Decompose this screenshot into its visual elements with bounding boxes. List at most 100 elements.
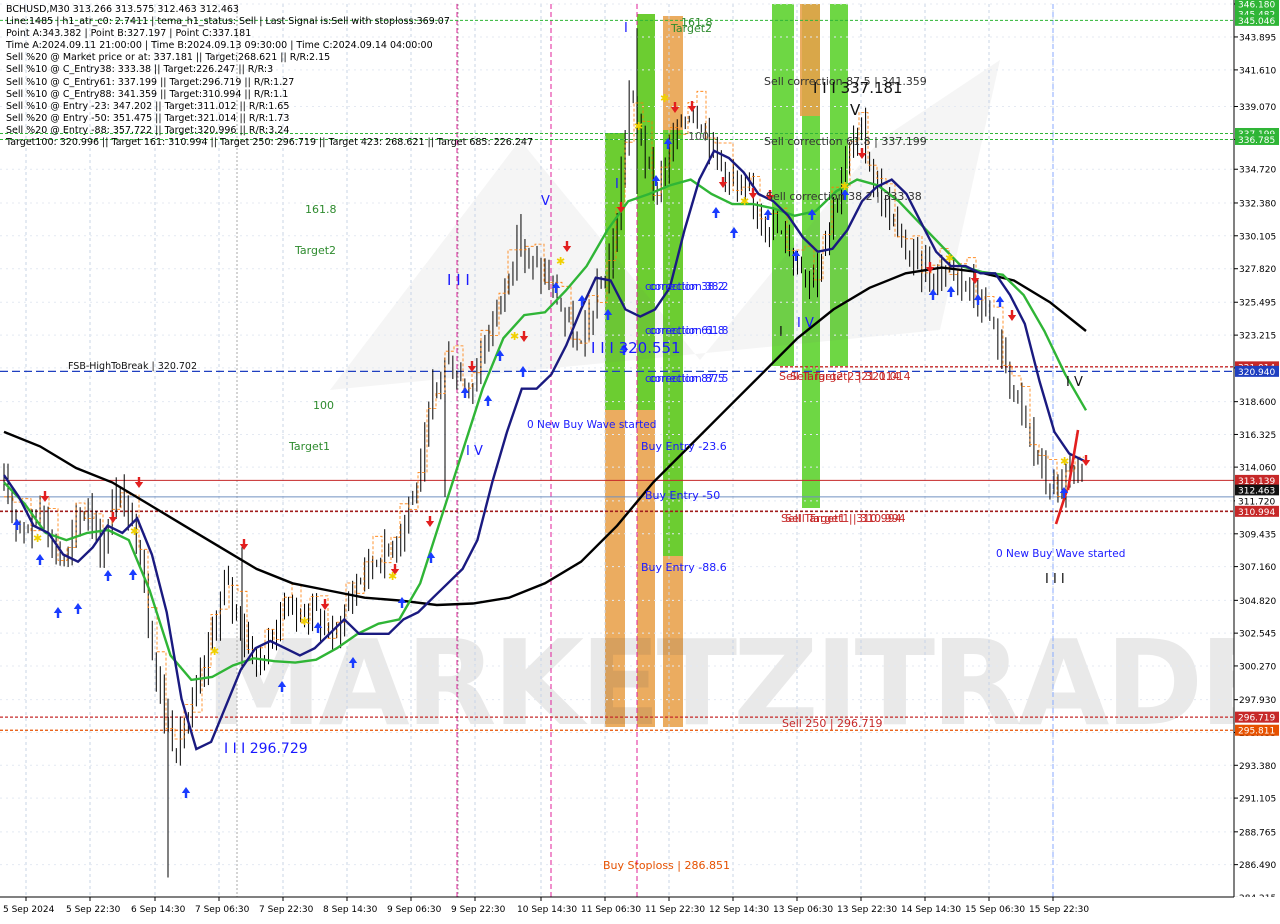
info-line-order: Sell %10 @ C_Entry38: 333.38 || Target:2… bbox=[6, 64, 274, 76]
marker-star: ✱ bbox=[945, 252, 954, 265]
wave-iv-label: I V bbox=[797, 316, 814, 331]
wave-iii-label: I I I bbox=[447, 271, 470, 289]
sell-250-label: Sell 250 | 296.719 bbox=[782, 717, 883, 730]
marker-star: ✱ bbox=[33, 532, 42, 545]
info-line-order: Sell %20 @ Entry -88: 357.722 || Target:… bbox=[6, 124, 290, 136]
time-tick-label: 10 Sep 14:30 bbox=[517, 905, 577, 915]
price-tick-label: 325.495 bbox=[1239, 299, 1276, 309]
marker-star: ✱ bbox=[634, 120, 643, 133]
new-buy-wave-label: 0 New Buy Wave started bbox=[996, 548, 1125, 560]
watermark-layer: MARKETZITRADE bbox=[205, 60, 1280, 752]
buy-stoploss-label: Buy Stoploss | 286.851 bbox=[603, 859, 730, 872]
time-tick-label: 6 Sep 14:30 bbox=[131, 905, 186, 915]
marker-star: ✱ bbox=[388, 570, 397, 583]
price-tick-label: 332.380 bbox=[1239, 199, 1276, 209]
price-tick-label: 314.060 bbox=[1239, 464, 1276, 474]
sell-arrow-icon bbox=[857, 148, 867, 159]
price-tick-label: 323.215 bbox=[1239, 332, 1276, 342]
price-tick-label: 297.930 bbox=[1239, 696, 1276, 706]
buy-arrow-icon bbox=[729, 227, 739, 238]
wave-iii-label: I I I bbox=[1045, 572, 1065, 587]
wave-i-label: I bbox=[624, 21, 628, 36]
buy-arrow-icon bbox=[73, 603, 83, 614]
info-line-symbol: BCHUSD,M30 313.266 313.575 312.463 312.4… bbox=[6, 4, 239, 15]
buy-arrow-icon bbox=[128, 569, 138, 580]
price-tick-label: 307.160 bbox=[1239, 563, 1276, 573]
marker-star: ✱ bbox=[210, 645, 219, 658]
price-badge-label: 296.719 bbox=[1238, 714, 1275, 724]
price-badge-label: 295.811 bbox=[1238, 727, 1275, 737]
info-line-points: Point A:343.382 | Point B:327.197 | Poin… bbox=[6, 28, 252, 40]
info-line-order: Sell %20 @ Entry -50: 351.475 || Target:… bbox=[6, 112, 290, 124]
wave-iv-label: I V bbox=[1066, 375, 1083, 390]
correction-87-label: correction 87.5 bbox=[645, 373, 724, 385]
buy-entry-label: Buy Entry -50 bbox=[645, 489, 720, 502]
info-line-order: Sell %20 @ Market price or at: 337.181 |… bbox=[6, 52, 331, 64]
price-tick-label: 309.435 bbox=[1239, 530, 1276, 540]
sell-arrow-icon bbox=[239, 539, 249, 550]
buy-arrow-icon bbox=[103, 570, 113, 581]
time-tick-label: 12 Sep 14:30 bbox=[709, 905, 769, 915]
price-tick-label: 293.380 bbox=[1239, 762, 1276, 772]
wave-v-label: V bbox=[850, 101, 861, 119]
time-axis: 5 Sep 2024 5 Sep 22:30 6 Sep 14:30 7 Sep 06… bbox=[0, 896, 1280, 920]
buy-entry-label: Buy Entry -23.6 bbox=[641, 440, 727, 453]
wave-segment-red bbox=[1054, 429, 1080, 525]
price-tick-label: 339.070 bbox=[1239, 103, 1276, 113]
sell-arrow-icon bbox=[40, 491, 50, 502]
price-axis: 346.180343.895341.610339.070336.785334.7… bbox=[1233, 0, 1280, 920]
price-badge-label: 345.046 bbox=[1238, 17, 1275, 27]
price-tick-label: 291.105 bbox=[1239, 795, 1276, 805]
fib-100-label: 100 bbox=[688, 130, 709, 143]
info-line-targets: Target100: 320.996 || Target 161: 310.99… bbox=[6, 137, 533, 149]
info-line-order: Sell %10 @ C_Entry61: 337.199 || Target:… bbox=[6, 76, 295, 88]
wave-iv-label: I V bbox=[466, 444, 483, 459]
fib-161-label: 161.8 bbox=[305, 203, 337, 216]
price-tick-label: 316.325 bbox=[1239, 431, 1276, 441]
price-badge-label: 320.940 bbox=[1238, 368, 1275, 378]
time-tick-label: 9 Sep 22:30 bbox=[451, 905, 506, 915]
wave-iii-price-label: I I I 296.729 bbox=[224, 741, 308, 757]
sell-target2-label: Sell Target2 | 321.014 bbox=[790, 370, 911, 383]
price-tick-label: 327.820 bbox=[1239, 265, 1276, 275]
buy-arrow-icon bbox=[53, 607, 63, 618]
price-tick-label: 318.600 bbox=[1239, 398, 1276, 408]
wave-i-label: I bbox=[615, 177, 619, 192]
wave-i-label: I bbox=[779, 325, 783, 340]
sell-arrow-icon bbox=[134, 477, 144, 488]
correction-61-label: correction 61.8 bbox=[645, 325, 724, 337]
marker-star: ✱ bbox=[510, 330, 519, 343]
marker-star: ✱ bbox=[740, 195, 749, 208]
price-tick-label: 304.820 bbox=[1239, 597, 1276, 607]
target2-label: Target2 bbox=[294, 244, 336, 257]
sell-arrow-icon bbox=[1081, 455, 1091, 466]
price-tick-label: 334.720 bbox=[1239, 166, 1276, 176]
info-line-times: Time A:2024.09.11 21:00:00 | Time B:2024… bbox=[6, 40, 433, 52]
time-tick-label: 15 Sep 06:30 bbox=[965, 905, 1025, 915]
time-tick-label: 5 Sep 2024 bbox=[3, 905, 55, 915]
marker-star: ✱ bbox=[660, 92, 669, 105]
price-badge-label: 336.785 bbox=[1238, 136, 1275, 146]
fib-100-label: 100 bbox=[313, 399, 334, 412]
price-tick-label: 300.270 bbox=[1239, 662, 1276, 672]
price-badge-label: 312.463 bbox=[1238, 487, 1275, 497]
sell-target1-label: Sell Target1 | 310.994 bbox=[785, 512, 906, 525]
price-tick-label: 341.610 bbox=[1239, 66, 1276, 76]
target1-label: Target1 bbox=[288, 440, 330, 453]
marker-star: ✱ bbox=[130, 525, 139, 538]
buy-arrow-icon bbox=[35, 554, 45, 565]
sell-arrow-icon bbox=[1007, 310, 1017, 321]
time-tick-label: 13 Sep 06:30 bbox=[773, 905, 833, 915]
chart-area[interactable]: MARKETZITRADE ✱ ✱ ✱ ✱ ✱ ✱ ✱ ✱ ✱ ✱ ✱ ✱ ✱ 161.8 Target2… bbox=[0, 0, 1280, 920]
price-tick-label: 343.895 bbox=[1239, 33, 1276, 43]
price-tick-label: 286.490 bbox=[1239, 861, 1276, 871]
time-tick-label: 11 Sep 06:30 bbox=[581, 905, 641, 915]
time-tick-label: 7 Sep 22:30 bbox=[259, 905, 314, 915]
new-buy-wave-label: 0 New Buy Wave started bbox=[527, 419, 656, 431]
marker-star: ✱ bbox=[300, 615, 309, 628]
fsb-level-label: FSB-HighToBreak | 320.702 bbox=[68, 361, 197, 372]
marker-star: ✱ bbox=[1060, 455, 1069, 468]
correction-38-label: correction 38.2 bbox=[645, 281, 724, 293]
target2-label: Target2 bbox=[670, 22, 712, 35]
time-tick-label: 13 Sep 22:30 bbox=[837, 905, 897, 915]
